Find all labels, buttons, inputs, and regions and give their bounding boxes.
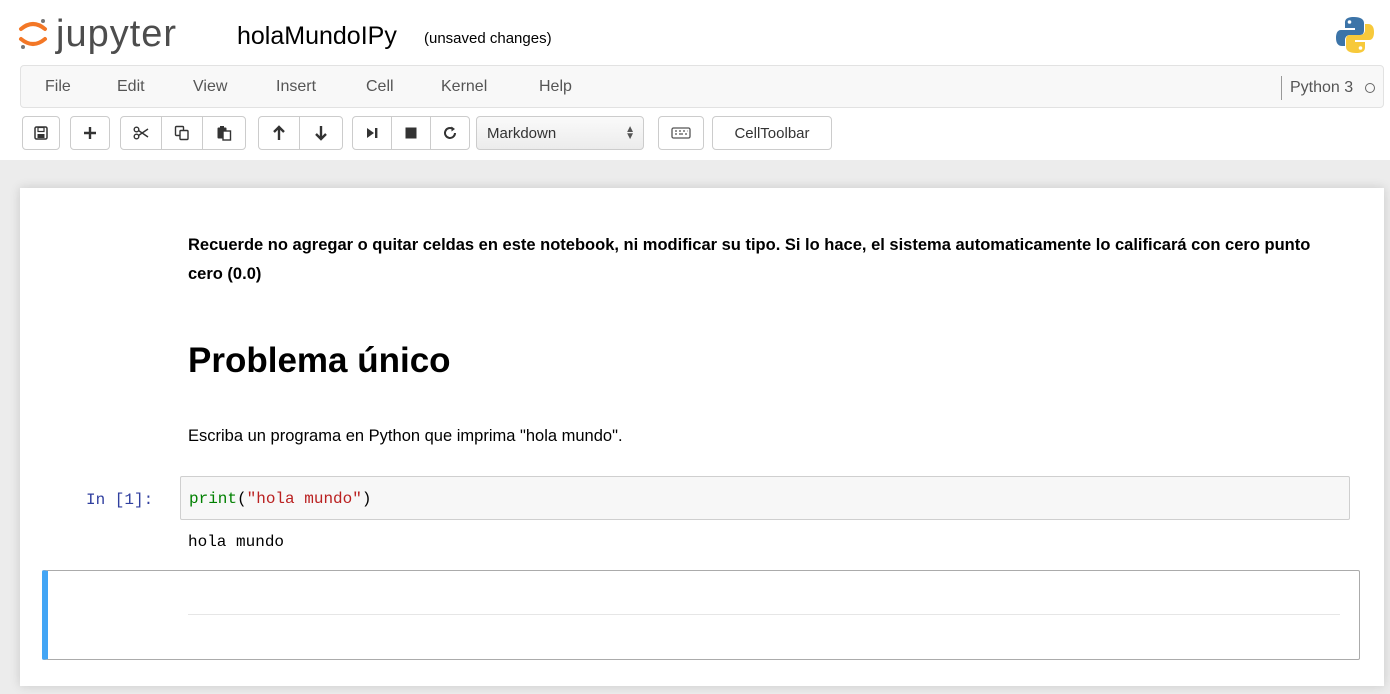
arrow-down-icon [314,125,328,141]
interrupt-kernel-button[interactable] [391,116,431,150]
code-builtin: print [189,490,238,508]
cell-type-value: Markdown [487,124,557,142]
copy-button[interactable] [161,116,203,150]
command-palette-button[interactable] [658,116,704,150]
jupyter-logo[interactable]: jupyter [18,10,177,58]
insert-cell-button[interactable] [70,116,110,150]
menu-view[interactable]: View [193,78,227,96]
arrow-up-icon [272,125,286,141]
notebook-header: jupyter holaMundoIPy (unsaved changes) F… [0,0,1390,160]
code-close-paren: ) [361,490,372,508]
plus-icon [83,126,97,140]
kernel-idle-indicator-icon [1365,83,1376,93]
floppy-disk-icon [34,126,48,140]
refresh-icon [442,125,458,141]
cell-output: hola mundo [188,533,285,551]
paste-icon [216,125,232,141]
keyboard-icon [671,127,691,139]
run-cell-button[interactable] [352,116,392,150]
move-up-button[interactable] [258,116,300,150]
jupyter-logo-icon [18,17,48,51]
cut-button[interactable] [120,116,162,150]
kernel-status: Python 3 [1281,76,1376,100]
kernel-name: Python 3 [1290,79,1354,96]
celltoolbar-label: CellToolbar [734,124,810,142]
code-cell-editor[interactable]: print("hola mundo") [180,476,1350,520]
copy-icon [174,125,190,141]
save-button[interactable] [22,116,60,150]
code-line: print("hola mundo") [189,488,371,510]
cell-type-select[interactable]: Markdown ▲ ▼ [476,116,644,150]
menu-kernel[interactable]: Kernel [441,78,487,96]
step-forward-icon [365,126,379,140]
save-status: (unsaved changes) [424,30,552,47]
code-string: "hola mundo" [246,490,362,508]
move-down-button[interactable] [299,116,343,150]
instructions-text: Recuerde no agregar o quitar celdas en e… [188,236,1311,283]
input-prompt: In [1]: [86,491,154,509]
menu-cell[interactable]: Cell [366,78,394,96]
kernel-separator [1281,76,1282,100]
menu-bar: File Edit View Insert Cell Kernel Help P… [20,65,1384,108]
paste-button[interactable] [202,116,246,150]
menu-file[interactable]: File [45,78,71,96]
notebook-name[interactable]: holaMundoIPy [237,20,397,52]
code-open-paren: ( [237,490,247,508]
selected-empty-cell[interactable] [42,570,1360,660]
celltoolbar-button[interactable]: CellToolbar [712,116,832,150]
empty-cell-divider [188,614,1340,615]
menu-edit[interactable]: Edit [117,78,145,96]
menu-help[interactable]: Help [539,78,572,96]
stop-icon [404,126,418,140]
python-logo-icon [1334,14,1376,56]
restart-kernel-button[interactable] [430,116,470,150]
jupyter-logo-text: jupyter [56,13,178,55]
notebook-container: Recuerde no agregar o quitar celdas en e… [20,188,1384,686]
select-updown-icon: ▲ ▼ [625,124,635,142]
problem-description: Escriba un programa en Python que imprim… [188,427,623,445]
problem-heading: Problema único [188,341,451,380]
menu-insert[interactable]: Insert [276,78,316,96]
scissors-icon [133,126,149,140]
